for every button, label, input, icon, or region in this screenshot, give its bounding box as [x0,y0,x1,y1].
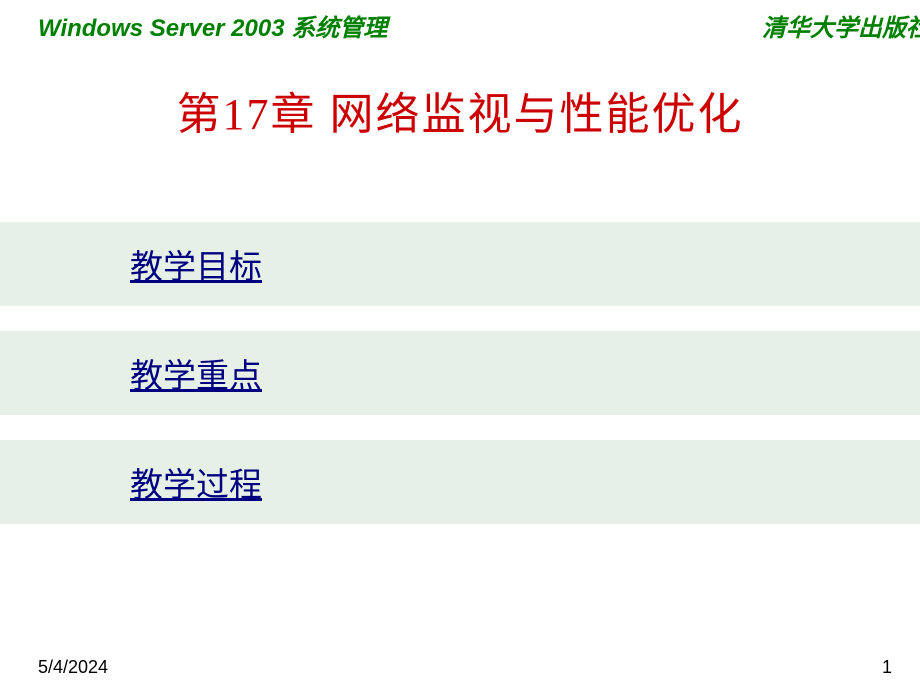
list-row: 教学过程 [0,440,920,524]
list-item-objective[interactable]: 教学目标 [130,250,262,286]
slide-footer: 5/4/2024 1 [0,657,920,678]
list-item-process[interactable]: 教学过程 [130,468,262,504]
slide-header: Windows Server 2003 系统管理 清华大学出版社 [0,0,920,48]
header-publisher: 清华大学出版社 [762,8,920,43]
content-list: 教学目标 教学重点 教学过程 [0,222,920,524]
footer-page-number: 1 [882,657,892,678]
footer-date: 5/4/2024 [38,657,108,678]
header-book-title: Windows Server 2003 系统管理 [38,8,387,43]
list-row: 教学重点 [0,331,920,415]
list-row: 教学目标 [0,222,920,306]
chapter-title: 第17章 网络监视与性能优化 [0,78,920,142]
list-item-keypoint[interactable]: 教学重点 [130,359,262,395]
title-section: 第17章 网络监视与性能优化 [0,48,920,202]
